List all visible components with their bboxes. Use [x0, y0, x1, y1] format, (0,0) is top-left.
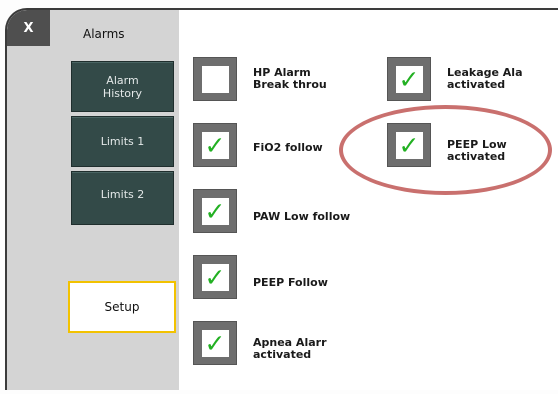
leakage-label: Leakage Ala activated: [447, 67, 542, 91]
check-icon: ✓: [201, 329, 229, 357]
leakage-checkbox[interactable]: ✓: [388, 58, 430, 100]
highlight-circle: [339, 105, 552, 195]
close-button[interactable]: X: [7, 10, 50, 46]
option-apnea-alarm[interactable]: ✓ Apnea Alarr activated: [194, 322, 331, 364]
limits-2-label: Limits 2: [100, 188, 145, 201]
option-leakage-alarm[interactable]: ✓ Leakage Ala activated: [388, 58, 542, 100]
hp-alarm-checkbox[interactable]: [194, 58, 236, 100]
limits-1-button[interactable]: Limits 1: [71, 116, 174, 167]
check-icon: ✓: [201, 197, 229, 225]
alarm-history-label: Alarm History: [103, 74, 142, 100]
limits-1-label: Limits 1: [100, 135, 145, 148]
sidebar: X Alarms Alarm History Limits 1 Limits 2…: [7, 10, 179, 390]
alarm-history-label-line2: History: [102, 86, 143, 100]
fio2-label: FiO2 follow: [253, 142, 323, 154]
apnea-checkbox[interactable]: ✓: [194, 322, 236, 364]
option-hp-alarm[interactable]: HP Alarm Break throu: [194, 58, 331, 100]
paw-low-checkbox[interactable]: ✓: [194, 190, 236, 232]
close-icon: X: [23, 20, 34, 36]
hp-alarm-checkbox-face: [201, 65, 229, 93]
setup-label: Setup: [104, 300, 140, 314]
option-paw-low-follow[interactable]: ✓ PAW Low follow: [194, 190, 353, 232]
fio2-checkbox[interactable]: ✓: [194, 124, 236, 166]
paw-low-label: PAW Low follow: [253, 211, 351, 223]
check-icon: ✓: [395, 65, 423, 93]
leakage-label-line2: activated: [447, 78, 506, 91]
check-icon: ✓: [201, 131, 229, 159]
check-icon: ✓: [201, 263, 229, 291]
hp-alarm-label: HP Alarm Break throu: [253, 67, 331, 91]
hp-alarm-label-line2: Break throu: [253, 78, 327, 91]
page-title: Alarms: [83, 27, 125, 41]
setup-button[interactable]: Setup: [68, 281, 176, 333]
option-peep-follow[interactable]: ✓ PEEP Follow: [194, 256, 331, 298]
limits-2-button[interactable]: Limits 2: [71, 171, 174, 225]
peep-follow-checkbox[interactable]: ✓: [194, 256, 236, 298]
alarm-history-button[interactable]: Alarm History: [71, 61, 174, 112]
apnea-label: Apnea Alarr activated: [253, 337, 331, 361]
option-fio2-follow[interactable]: ✓ FiO2 follow: [194, 124, 331, 166]
apnea-label-line2: activated: [253, 348, 312, 361]
peep-follow-label: PEEP Follow: [253, 277, 328, 289]
ventilator-screen: X Alarms Alarm History Limits 1 Limits 2…: [0, 0, 558, 394]
alarm-history-label-line1: Alarm: [106, 73, 139, 87]
